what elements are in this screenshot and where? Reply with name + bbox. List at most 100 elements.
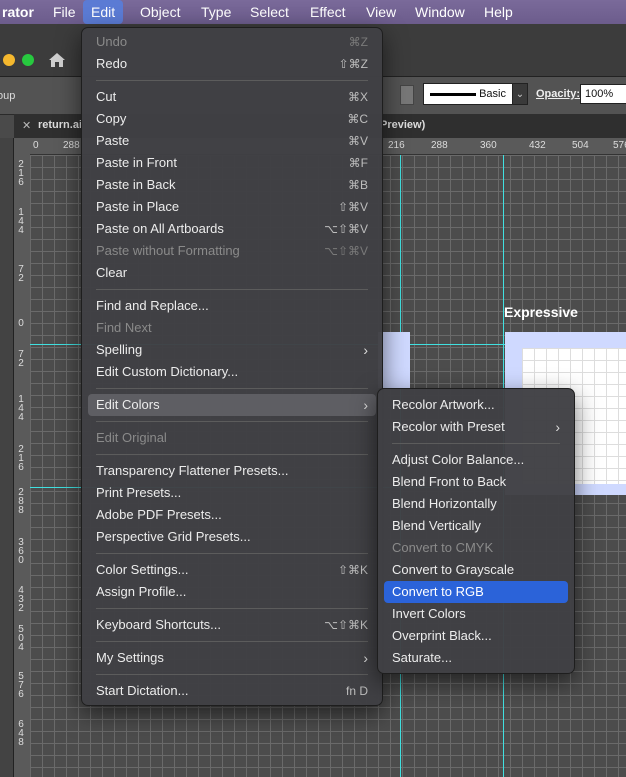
menu-item-blend-horizontally[interactable]: Blend Horizontally <box>384 493 568 515</box>
menu-item-paste-on-all-artboards[interactable]: Paste on All Artboards ⌥⇧⌘V <box>88 218 376 240</box>
menu-item-recolor-artwork[interactable]: Recolor Artwork... <box>384 394 568 416</box>
ruler-label: 7 2 <box>18 264 24 284</box>
menu-item-assign-profile[interactable]: Assign Profile... <box>88 581 376 603</box>
menu-item-recolor-with-preset[interactable]: Recolor with Preset › <box>384 416 568 438</box>
menu-item-adjust-color-balance[interactable]: Adjust Color Balance... <box>384 449 568 471</box>
ruler-label: 288 <box>63 140 80 151</box>
menu-item-redo[interactable]: Redo ⇧⌘Z <box>88 53 376 75</box>
ruler-label: 5 7 6 <box>18 671 24 700</box>
menu-window[interactable]: Window <box>407 0 473 24</box>
menu-item-paste[interactable]: Paste ⌘V <box>88 130 376 152</box>
edit-menu: Undo ⌘Z Redo ⇧⌘Z Cut ⌘X Copy ⌘C Paste ⌘V Past… <box>81 27 383 706</box>
zoom-button[interactable] <box>22 54 34 66</box>
menu-item-convert-to-cmyk: Convert to CMYK <box>392 540 494 555</box>
ruler-label: 5 0 4 <box>18 624 24 653</box>
ruler-label: 2 1 6 <box>18 159 24 188</box>
chevron-right-icon: › <box>555 419 560 435</box>
ruler-label: 504 <box>572 140 589 151</box>
menu-separator <box>96 80 368 81</box>
menu-separator <box>392 443 560 444</box>
ruler-label: 432 <box>529 140 546 151</box>
menu-item-blend-vertically[interactable]: Blend Vertically <box>384 515 568 537</box>
stroke-profile-select[interactable]: Basic <box>423 83 513 105</box>
menu-item-keyboard-shortcuts[interactable]: Keyboard Shortcuts... ⌥⇧⌘K <box>88 614 376 636</box>
menu-separator <box>96 421 368 422</box>
menu-item-color-settings[interactable]: Color Settings... ⇧⌘K <box>88 559 376 581</box>
menu-item-find-and-replace[interactable]: Find and Replace... <box>88 295 376 317</box>
ruler-label: 2 8 8 <box>18 487 24 516</box>
selection-type-label: oup <box>0 90 16 102</box>
menu-item-blend-front-to-back[interactable]: Blend Front to Back <box>384 471 568 493</box>
chevron-right-icon: › <box>363 342 368 358</box>
ruler-label: 4 3 2 <box>18 585 24 614</box>
ruler-label: 1 4 4 <box>18 394 24 423</box>
menu-item-clear[interactable]: Clear <box>88 262 376 284</box>
ruler-label: 216 <box>388 140 405 151</box>
ruler-label: 0 <box>33 140 39 151</box>
document-tab[interactable]: return.ai <box>38 119 82 131</box>
home-icon[interactable] <box>47 50 67 70</box>
menu-separator <box>96 289 368 290</box>
document-tab-title: Preview) <box>380 119 426 131</box>
menu-item-paste-in-place[interactable]: Paste in Place ⇧⌘V <box>88 196 376 218</box>
menu-item-find-next: Find Next <box>96 320 152 335</box>
ruler-label: 2 1 6 <box>18 444 24 473</box>
opacity-label[interactable]: Opacity: <box>536 88 580 100</box>
tools-panel[interactable] <box>0 138 14 777</box>
menu-item-paste-in-back[interactable]: Paste in Back ⌘B <box>88 174 376 196</box>
ruler-label: 1 4 4 <box>18 207 24 236</box>
chevron-down-icon[interactable]: ⌄ <box>512 83 528 105</box>
menu-item-perspective-grid-presets[interactable]: Perspective Grid Presets... <box>88 526 376 548</box>
chevron-right-icon: › <box>363 397 368 413</box>
menu-separator <box>96 553 368 554</box>
stroke-preview <box>430 93 476 96</box>
menu-separator <box>96 454 368 455</box>
menu-item-my-settings[interactable]: My Settings › <box>88 647 376 669</box>
ruler-label: 6 4 8 <box>18 719 24 748</box>
menu-edit[interactable]: Edit <box>83 0 124 24</box>
menu-item-saturate[interactable]: Saturate... <box>384 647 568 669</box>
menu-help[interactable]: Help <box>476 0 521 24</box>
ruler-label: 360 <box>480 140 497 151</box>
menu-separator <box>96 674 368 675</box>
ruler-label: 576 <box>613 140 626 151</box>
menu-type[interactable]: Type <box>193 0 239 24</box>
menu-item-edit-colors[interactable]: Edit Colors › <box>88 394 376 416</box>
menu-item-convert-to-grayscale[interactable]: Convert to Grayscale <box>384 559 568 581</box>
menu-view[interactable]: View <box>358 0 404 24</box>
edit-colors-submenu: Recolor Artwork... Recolor with Preset › … <box>377 388 575 674</box>
variable-width-swatch[interactable] <box>400 85 414 105</box>
menu-item-invert-colors[interactable]: Invert Colors <box>384 603 568 625</box>
menu-object[interactable]: Object <box>132 0 188 24</box>
chevron-right-icon: › <box>363 650 368 666</box>
ruler-label: 288 <box>431 140 448 151</box>
artboard-name[interactable]: Expressive <box>504 304 578 320</box>
menu-item-paste-without-formatting: Paste without Formatting ⌥⇧⌘V <box>96 243 368 258</box>
menu-item-cut[interactable]: Cut ⌘X <box>88 86 376 108</box>
ruler-label: 7 2 <box>18 349 24 369</box>
minimize-button[interactable] <box>3 54 15 66</box>
menu-item-transparency-flattener-presets[interactable]: Transparency Flattener Presets... <box>88 460 376 482</box>
app-menu[interactable]: rator <box>0 0 42 24</box>
menu-item-convert-to-rgb[interactable]: Convert to RGB <box>384 581 568 603</box>
menu-item-start-dictation[interactable]: Start Dictation... fn D <box>88 680 376 702</box>
ruler-label: 0 <box>18 318 24 329</box>
menu-item-copy[interactable]: Copy ⌘C <box>88 108 376 130</box>
menu-file[interactable]: File <box>45 0 84 24</box>
close-icon[interactable]: ✕ <box>22 119 31 132</box>
menu-item-overprint-black[interactable]: Overprint Black... <box>384 625 568 647</box>
opacity-field[interactable]: 100% <box>580 84 626 104</box>
menu-select[interactable]: Select <box>242 0 297 24</box>
ruler-label: 3 6 0 <box>18 537 24 566</box>
menu-item-undo: Undo ⌘Z <box>96 34 368 49</box>
menu-effect[interactable]: Effect <box>302 0 354 24</box>
menu-item-paste-in-front[interactable]: Paste in Front ⌘F <box>88 152 376 174</box>
menu-item-print-presets[interactable]: Print Presets... <box>88 482 376 504</box>
menu-separator <box>96 608 368 609</box>
menu-item-spelling[interactable]: Spelling › <box>88 339 376 361</box>
stroke-profile-label: Basic <box>479 88 506 100</box>
menu-item-edit-custom-dictionary[interactable]: Edit Custom Dictionary... <box>88 361 376 383</box>
menu-item-edit-original: Edit Original <box>96 430 167 445</box>
menu-item-adobe-pdf-presets[interactable]: Adobe PDF Presets... <box>88 504 376 526</box>
menu-separator <box>96 388 368 389</box>
